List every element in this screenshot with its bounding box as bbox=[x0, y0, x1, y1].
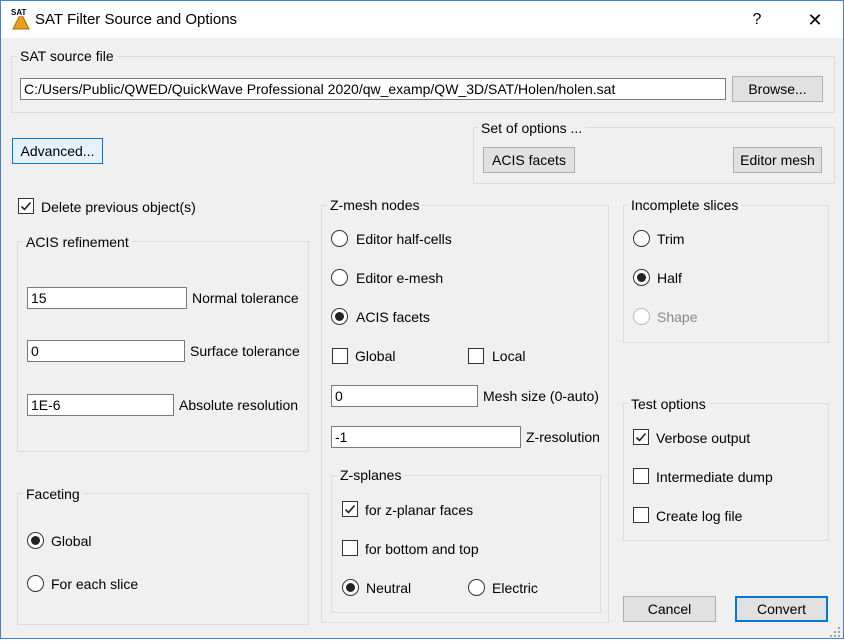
faceting-each-slice-label: For each slice bbox=[51, 576, 139, 592]
options-set-group-label: Set of options ... bbox=[478, 120, 586, 136]
zmesh-acis-facets-radio[interactable] bbox=[331, 308, 348, 325]
source-file-group-label: SAT source file bbox=[17, 48, 117, 64]
verbose-output-checkbox[interactable] bbox=[633, 429, 649, 445]
convert-button[interactable]: Convert bbox=[735, 596, 828, 622]
zmesh-editor-emesh-label: Editor e-mesh bbox=[356, 270, 444, 286]
normal-tolerance-input[interactable]: 15 bbox=[27, 287, 187, 309]
verbose-output-label: Verbose output bbox=[656, 430, 751, 446]
cancel-button[interactable]: Cancel bbox=[623, 596, 716, 622]
zmesh-local-checkbox[interactable] bbox=[468, 348, 484, 364]
help-button[interactable]: ? bbox=[745, 6, 769, 34]
neutral-label: Neutral bbox=[366, 580, 412, 596]
zplanar-faces-label: for z-planar faces bbox=[365, 502, 474, 518]
title-bar[interactable]: SAT SAT Filter Source and Options ? ✕ bbox=[1, 1, 843, 38]
incomplete-slices-group-label: Incomplete slices bbox=[628, 197, 742, 213]
slices-shape-label: Shape bbox=[657, 309, 698, 325]
neutral-radio[interactable] bbox=[342, 579, 359, 596]
browse-button[interactable]: Browse... bbox=[732, 76, 823, 102]
zmesh-global-checkbox[interactable] bbox=[332, 348, 348, 364]
slices-shape-radio bbox=[633, 308, 650, 325]
surface-tolerance-label: Surface tolerance bbox=[190, 343, 300, 359]
slices-half-radio[interactable] bbox=[633, 269, 650, 286]
faceting-group bbox=[17, 493, 309, 625]
normal-tolerance-label: Normal tolerance bbox=[192, 290, 299, 306]
sat-app-icon: SAT bbox=[10, 7, 32, 31]
create-log-file-checkbox[interactable] bbox=[633, 507, 649, 523]
electric-radio[interactable] bbox=[468, 579, 485, 596]
acis-facets-preset-button[interactable]: ACIS facets bbox=[483, 147, 575, 173]
zplanar-faces-checkbox[interactable] bbox=[342, 501, 358, 517]
intermediate-dump-checkbox[interactable] bbox=[633, 468, 649, 484]
checkmark-icon bbox=[20, 201, 32, 211]
help-icon: ? bbox=[752, 11, 762, 28]
zmesh-nodes-group-label: Z-mesh nodes bbox=[327, 197, 423, 213]
close-icon: ✕ bbox=[807, 10, 823, 30]
delete-previous-checkbox[interactable] bbox=[18, 198, 34, 214]
checkmark-icon bbox=[344, 504, 356, 514]
test-options-group-label: Test options bbox=[628, 396, 709, 412]
absolute-resolution-label: Absolute resolution bbox=[179, 397, 299, 413]
incomplete-slices-group bbox=[623, 205, 829, 343]
close-button[interactable]: ✕ bbox=[799, 6, 831, 34]
intermediate-dump-label: Intermediate dump bbox=[656, 469, 773, 485]
zsplanes-group-label: Z-splanes bbox=[337, 467, 405, 483]
surface-tolerance-input[interactable]: 0 bbox=[27, 340, 185, 362]
source-path-input[interactable]: C:/Users/Public/QWED/QuickWave Professio… bbox=[20, 78, 726, 100]
advanced-button[interactable]: Advanced... bbox=[12, 138, 103, 164]
sat-filter-dialog: SAT SAT Filter Source and Options ? ✕ SA… bbox=[0, 0, 844, 639]
zmesh-editor-half-cells-label: Editor half-cells bbox=[356, 231, 452, 247]
absolute-resolution-input[interactable]: 1E-6 bbox=[27, 394, 174, 416]
faceting-each-slice-radio[interactable] bbox=[27, 575, 44, 592]
delete-previous-label: Delete previous object(s) bbox=[41, 199, 196, 215]
resize-grip-icon[interactable] bbox=[829, 625, 841, 637]
z-resolution-input[interactable]: -1 bbox=[331, 426, 521, 448]
slices-half-label: Half bbox=[657, 270, 682, 286]
z-resolution-label: Z-resolution bbox=[526, 429, 600, 445]
faceting-global-radio[interactable] bbox=[27, 532, 44, 549]
svg-text:SAT: SAT bbox=[11, 8, 27, 17]
slices-trim-radio[interactable] bbox=[633, 230, 650, 247]
zmesh-editor-half-cells-radio[interactable] bbox=[331, 230, 348, 247]
electric-label: Electric bbox=[492, 580, 538, 596]
window-title: SAT Filter Source and Options bbox=[35, 11, 238, 28]
zmesh-editor-emesh-radio[interactable] bbox=[331, 269, 348, 286]
acis-refinement-group-label: ACIS refinement bbox=[23, 234, 132, 250]
bottom-top-label: for bottom and top bbox=[365, 541, 479, 557]
faceting-group-label: Faceting bbox=[23, 486, 83, 502]
editor-mesh-preset-button[interactable]: Editor mesh bbox=[733, 147, 822, 173]
zmesh-local-label: Local bbox=[492, 348, 526, 364]
slices-trim-label: Trim bbox=[657, 231, 685, 247]
zmesh-global-label: Global bbox=[355, 348, 396, 364]
faceting-global-label: Global bbox=[51, 533, 92, 549]
mesh-size-input[interactable]: 0 bbox=[331, 385, 478, 407]
bottom-top-checkbox[interactable] bbox=[342, 540, 358, 556]
mesh-size-label: Mesh size (0-auto) bbox=[483, 388, 599, 404]
zmesh-acis-facets-label: ACIS facets bbox=[356, 309, 430, 325]
create-log-file-label: Create log file bbox=[656, 508, 743, 524]
checkmark-icon bbox=[635, 432, 647, 442]
